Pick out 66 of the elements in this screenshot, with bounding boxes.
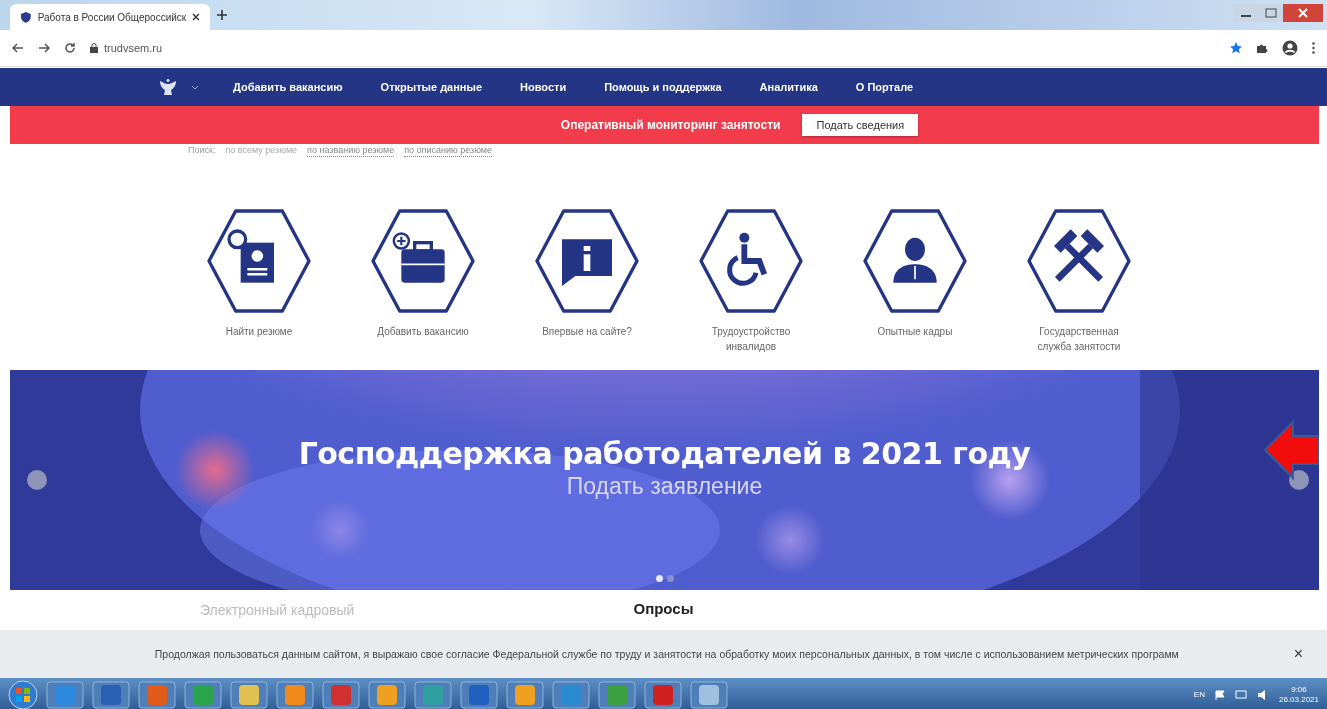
minimize-icon[interactable] [1233, 4, 1259, 22]
service-button[interactable] [696, 206, 806, 316]
nav-link[interactable]: Новости [520, 81, 567, 93]
service-label[interactable]: Государственная служба занятости [1024, 324, 1134, 354]
service-button[interactable] [860, 206, 970, 316]
search-label: Поиск: [188, 144, 216, 157]
service-label[interactable]: Трудоустройство инвалидов [696, 324, 806, 354]
person-icon [893, 237, 937, 283]
nav-link[interactable]: Помощь и поддержка [604, 81, 722, 93]
crossed-hammers-icon [1054, 229, 1104, 283]
info-icon [562, 239, 612, 286]
new-tab-icon[interactable] [216, 9, 228, 21]
wheelchair-icon [727, 232, 768, 286]
start-button[interactable] [8, 679, 38, 709]
app-icon[interactable] [644, 680, 682, 709]
flag-icon[interactable] [1214, 689, 1225, 700]
puzzle-icon[interactable] [1256, 42, 1268, 54]
service-label[interactable]: Опытные кадры [860, 324, 970, 339]
app-icon[interactable] [92, 680, 130, 709]
alert-text: Оперативный мониторинг занятости [560, 118, 781, 132]
search-mode-link[interactable]: по названию резюме [307, 144, 395, 157]
arrow-icon [1263, 418, 1319, 482]
consent-text: Продолжая пользоваться данным сайтом, я выражаю свое согласие Федеральной службе по труду и занятости на обработку моих персональных данных, в том числе с использованием метрических программ [153, 646, 1180, 662]
chevron-down-icon[interactable] [191, 84, 199, 90]
app-icon[interactable] [460, 680, 498, 709]
slide-dot[interactable] [666, 575, 674, 582]
resume-search-icon [227, 229, 274, 283]
service-button[interactable] [204, 206, 314, 316]
browser-tab[interactable]: Работа в России Общероссийск [10, 4, 210, 30]
back-icon[interactable] [12, 43, 24, 53]
section-heading: Опросы [633, 599, 694, 617]
clock-time[interactable]: 9:06 [1291, 684, 1307, 695]
forward-icon[interactable] [38, 43, 50, 53]
nav-link[interactable]: О Портале [855, 81, 914, 93]
app-icon[interactable] [690, 680, 728, 709]
app-icon[interactable] [322, 680, 360, 709]
nav-link[interactable]: Открытые данные [380, 81, 483, 93]
submit-info-button[interactable]: Подать сведения [802, 114, 919, 136]
search-mode-link[interactable]: по описанию резюме [404, 144, 493, 157]
service-button[interactable] [532, 206, 642, 316]
reload-icon[interactable] [64, 42, 76, 54]
close-button[interactable]: × [1293, 645, 1303, 663]
nav-link[interactable]: Аналитика [759, 81, 818, 93]
language-indicator[interactable]: EN [1193, 690, 1205, 699]
service-label[interactable]: Найти резюме [204, 324, 314, 339]
service-button[interactable] [1024, 206, 1134, 316]
apply-link[interactable]: Подать заявление [566, 473, 763, 500]
close-icon[interactable] [192, 13, 200, 21]
clock-date[interactable]: 26.03.2021 [1278, 694, 1319, 705]
banner-title: Господдержка работодателей в 2021 году [298, 436, 1031, 471]
slide-dot[interactable] [655, 575, 663, 582]
lock-icon [90, 43, 98, 53]
profile-icon[interactable] [1282, 40, 1298, 56]
briefcase-icon [392, 232, 446, 283]
nav-link[interactable]: Добавить вакансию [233, 81, 343, 93]
menu-icon[interactable] [1312, 42, 1315, 54]
app-icon[interactable] [368, 680, 406, 709]
network-icon[interactable] [1234, 689, 1247, 700]
app-icon[interactable] [506, 680, 544, 709]
shield-icon [20, 11, 32, 23]
service-label[interactable]: Добавить вакансию [368, 324, 478, 339]
star-icon[interactable] [1230, 42, 1242, 54]
service-button[interactable] [368, 206, 478, 316]
address-field[interactable]: trudvsem.ru [104, 42, 163, 54]
app-icon[interactable] [230, 680, 268, 709]
service-label[interactable]: Впервые на сайте? [532, 324, 642, 339]
